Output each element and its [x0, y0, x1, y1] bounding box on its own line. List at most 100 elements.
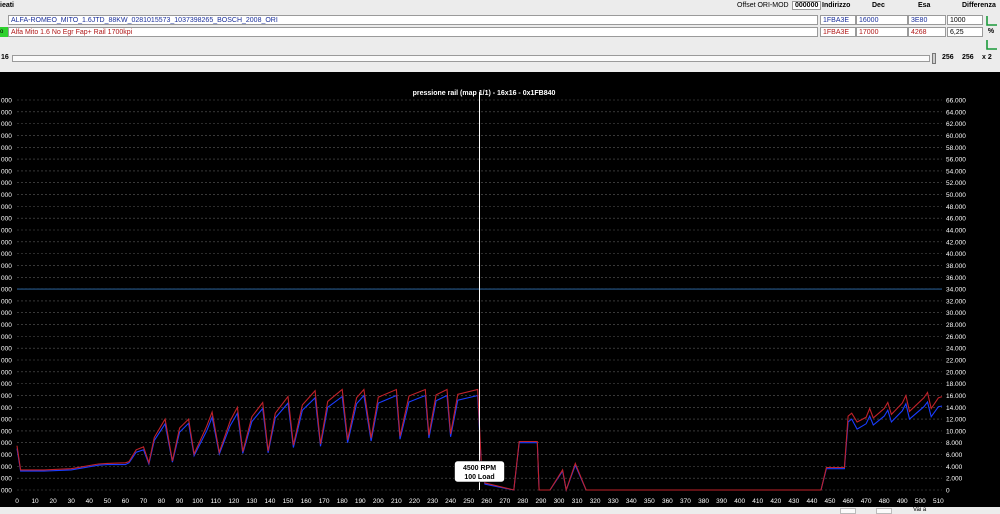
x-tick-label: 340: [626, 498, 637, 505]
diff-value[interactable]: 1000: [947, 15, 983, 25]
y-tick-label-right: 46.000: [946, 216, 966, 223]
y-tick-label-right: 44.000: [946, 228, 966, 235]
y-tick-label-right: 16.000: [946, 393, 966, 400]
rail-pressure-chart[interactable]: 00002.0000004.0000006.0000008.00000010.0…: [0, 72, 1000, 507]
zoom-multiplier[interactable]: x 2: [982, 54, 992, 61]
diff-percent-value[interactable]: 6,25: [947, 27, 983, 37]
y-tick-label-right: 40.000: [946, 251, 966, 258]
y-tick-label-right: 58.000: [946, 145, 966, 152]
y-tick-label-right: 0: [946, 488, 950, 495]
y-tick-label-left: 000: [1, 98, 12, 105]
chart-title: pressione rail (map 1/1) - 16x16 - 0x1FB…: [413, 90, 556, 97]
y-tick-label-left: 000: [1, 109, 12, 116]
y-tick-label-right: 10.000: [946, 428, 966, 435]
y-tick-label-right: 4.000: [946, 464, 963, 471]
chart-area[interactable]: 0 000 2.000 000 4.000 000 6.000 000 8.000 000 10.0…: [0, 72, 1000, 507]
cursor-rpm-label: 4500 RPM: [463, 465, 496, 472]
file-name-original[interactable]: ALFA-ROMEO_MITO_1.6JTD_88KW_0281015573_1…: [8, 15, 818, 25]
graph-view-icon[interactable]: [986, 39, 998, 50]
y-tick-label-left: 000: [1, 322, 12, 329]
x-tick-label: 50: [104, 498, 112, 505]
y-tick-label-left: 000: [1, 216, 12, 223]
y-tick-label-left: 000: [1, 358, 12, 365]
x-tick-label: 440: [806, 498, 817, 505]
y-tick-label-left: 000: [1, 157, 12, 164]
y-tick-label-left: 000: [1, 121, 12, 128]
header-left-label: ieati: [0, 2, 15, 9]
footer-box-2[interactable]: [876, 508, 892, 514]
x-tick-label: 470: [861, 498, 872, 505]
percent-toggle-button[interactable]: %: [985, 27, 997, 37]
x-tick-label: 380: [698, 498, 709, 505]
x-tick-label: 460: [843, 498, 854, 505]
cursor-load-label: 100 Load: [464, 474, 494, 481]
y-tick-label-right: 62.000: [946, 121, 966, 128]
map-slider-row: 16 256 256 x 2: [0, 50, 1000, 68]
y-tick-label-right: 24.000: [946, 346, 966, 353]
y-tick-label-left: 000: [1, 381, 12, 388]
modified-marker[interactable]: o: [0, 27, 8, 37]
y-tick-label-left: 000: [1, 464, 12, 471]
y-tick-label-left: 000: [1, 452, 12, 459]
y-tick-label-right: 18.000: [946, 381, 966, 388]
x-tick-label: 70: [140, 498, 148, 505]
hex-original[interactable]: 3E80: [908, 15, 946, 25]
address-original[interactable]: 1FBA3E: [820, 15, 856, 25]
dec-original[interactable]: 16000: [856, 15, 908, 25]
x-tick-label: 170: [319, 498, 330, 505]
x-tick-label: 230: [427, 498, 438, 505]
x-tick-label: 400: [734, 498, 745, 505]
y-tick-label-left: 000: [1, 133, 12, 140]
map-rows-value[interactable]: 256: [942, 54, 954, 61]
y-tick-label-left: 000: [1, 145, 12, 152]
map-slider-thumb[interactable]: [932, 53, 936, 64]
x-tick-label: 160: [301, 498, 312, 505]
y-tick-label-right: 52.000: [946, 180, 966, 187]
y-tick-label-left: 000: [1, 488, 12, 495]
y-tick-label-left: 000: [1, 428, 12, 435]
y-tick-label-right: 28.000: [946, 322, 966, 329]
dec-modified[interactable]: 17000: [856, 27, 908, 37]
y-tick-label-right: 2.000: [946, 476, 963, 483]
x-tick-label: 240: [445, 498, 456, 505]
x-tick-label: 390: [716, 498, 727, 505]
y-tick-label-right: 8.000: [946, 440, 963, 447]
x-tick-label: 250: [463, 498, 474, 505]
y-tick-label-left: 000: [1, 287, 12, 294]
address-modified[interactable]: 1FBA3E: [820, 27, 856, 37]
footer-box-1[interactable]: [840, 508, 856, 514]
y-tick-label-left: 000: [1, 239, 12, 246]
y-tick-label-left: 000: [1, 263, 12, 270]
file-name-modified[interactable]: Alfa Mito 1.6 No Egr Fap+ Rail 1700kpi: [8, 27, 818, 37]
col-dec-header: Dec: [872, 2, 885, 9]
offset-label: Offset ORI-MOD: [737, 2, 789, 9]
x-tick-label: 300: [554, 498, 565, 505]
y-tick-label-left: 000: [1, 346, 12, 353]
map-cols-value[interactable]: 256: [962, 54, 974, 61]
x-tick-label: 80: [158, 498, 166, 505]
x-tick-label: 220: [409, 498, 420, 505]
x-tick-label: 360: [662, 498, 673, 505]
x-tick-label: 370: [680, 498, 691, 505]
x-tick-label: 140: [265, 498, 276, 505]
diff-graph-icon[interactable]: [986, 15, 998, 26]
map-slider-track[interactable]: [12, 55, 930, 62]
x-tick-label: 20: [50, 498, 58, 505]
col-diff-header: Differenza: [962, 2, 996, 9]
y-tick-label-left: 000: [1, 334, 12, 341]
x-tick-label: 410: [752, 498, 763, 505]
y-tick-label-right: 64.000: [946, 109, 966, 116]
x-tick-label: 60: [122, 498, 130, 505]
x-tick-label: 420: [770, 498, 781, 505]
y-tick-label-right: 20.000: [946, 369, 966, 376]
x-tick-label: 10: [31, 498, 39, 505]
goto-label: Vai a: [913, 507, 927, 513]
hex-modified[interactable]: 4268: [908, 27, 946, 37]
y-tick-label-left: 000: [1, 440, 12, 447]
x-tick-label: 480: [879, 498, 890, 505]
offset-value[interactable]: 000000: [792, 1, 822, 10]
y-tick-label-right: 12.000: [946, 417, 966, 424]
x-tick-label: 510: [933, 498, 944, 505]
y-tick-label-right: 6.000: [946, 452, 963, 459]
y-tick-label-right: 26.000: [946, 334, 966, 341]
